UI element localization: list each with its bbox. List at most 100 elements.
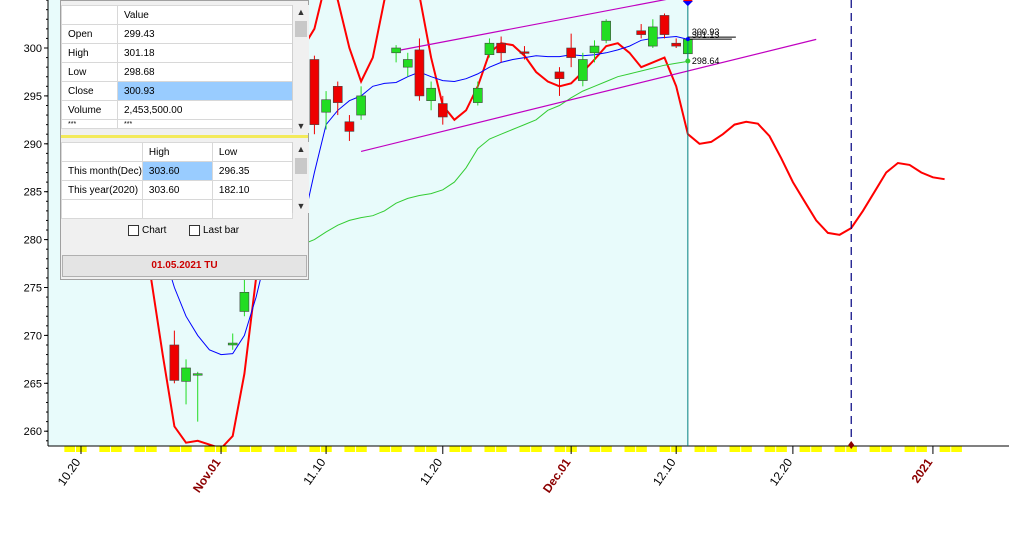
y-tick-label: 280 xyxy=(24,235,42,247)
x-axis-band-segment xyxy=(659,446,671,452)
scroll-up-icon[interactable]: ▲ xyxy=(293,142,309,156)
candle-body[interactable] xyxy=(578,59,588,81)
candle-body[interactable] xyxy=(519,51,530,54)
candle-body[interactable] xyxy=(344,121,355,132)
row-high-selected[interactable]: 303.60 xyxy=(141,161,213,181)
scroll-up-icon[interactable]: ▲ xyxy=(293,5,309,19)
x-axis-band-segment xyxy=(414,446,426,452)
x-axis-band-segment xyxy=(916,446,927,452)
x-axis-band-segment xyxy=(589,446,601,452)
x-axis-band-segment xyxy=(449,446,461,452)
candle-body[interactable] xyxy=(437,103,448,118)
y-tick-label: 290 xyxy=(24,139,42,151)
candle-body[interactable] xyxy=(601,20,611,41)
candle-body[interactable] xyxy=(391,47,401,54)
candle-body[interactable] xyxy=(332,86,343,103)
x-axis-band-segment xyxy=(239,446,251,452)
candle-body[interactable] xyxy=(426,87,436,101)
row-value-selected[interactable]: 300.93 xyxy=(117,81,293,101)
x-axis-band-segment xyxy=(64,446,76,452)
x-axis-band-segment xyxy=(204,446,216,452)
range-scrollbar[interactable]: ▲ ▼ xyxy=(292,142,309,213)
y-tick-label: 295 xyxy=(24,91,42,103)
candle-body[interactable] xyxy=(169,344,180,381)
x-axis-band-segment xyxy=(834,446,846,452)
y-tick-label: 265 xyxy=(24,378,42,390)
x-axis-band-segment xyxy=(729,446,741,452)
empty-row xyxy=(61,199,294,219)
x-axis-band-segment xyxy=(286,446,297,452)
x-tick-label: 2021 xyxy=(909,455,936,485)
x-axis-band-segment xyxy=(391,446,402,452)
price-label: 298.64 xyxy=(692,56,720,66)
plot-forecast-area xyxy=(687,0,1009,446)
scroll-down-icon[interactable]: ▼ xyxy=(293,119,309,133)
last-blue-point xyxy=(685,37,690,42)
x-axis-band-segment xyxy=(531,446,542,452)
scroll-down-icon[interactable]: ▼ xyxy=(293,199,309,213)
header-cell-value: Value xyxy=(117,5,293,25)
candle-body[interactable] xyxy=(321,99,331,113)
table-row: High 301.18 xyxy=(61,43,293,63)
candle-body[interactable] xyxy=(484,42,495,56)
table-row: Open 299.43 xyxy=(61,24,293,44)
x-axis-band-segment xyxy=(461,446,472,452)
y-tick-label: 300 xyxy=(24,43,42,55)
table-header-row: Value xyxy=(61,5,293,25)
row-value: 301.18 xyxy=(117,43,293,63)
candle-body[interactable] xyxy=(671,42,681,47)
row-label: *** xyxy=(61,119,118,129)
candle-body[interactable] xyxy=(181,367,191,382)
candle-body[interactable] xyxy=(414,49,425,97)
chart-checkbox[interactable]: Chart xyxy=(128,225,166,236)
x-axis-band-segment xyxy=(146,446,157,452)
ohlc-table: Value Open 299.43 High 301.18 Low 298.68… xyxy=(61,5,293,129)
price-label: 301.13 xyxy=(692,30,720,40)
candle-body[interactable] xyxy=(648,26,658,47)
table-row: Volume 2,453,500.00 xyxy=(61,100,293,120)
candle-body[interactable] xyxy=(309,59,320,125)
x-axis-band-segment xyxy=(601,446,612,452)
candle-body[interactable] xyxy=(227,342,238,346)
candle-body[interactable] xyxy=(566,47,576,58)
table-header-row: High Low xyxy=(61,142,294,162)
scroll-thumb[interactable] xyxy=(295,21,307,37)
y-tick-label: 270 xyxy=(24,330,42,342)
empty-cell xyxy=(61,199,143,219)
candle-body[interactable] xyxy=(402,59,413,68)
range-table: High Low This month(Dec) 303.60 296.35 T… xyxy=(61,142,294,219)
row-low: 182.10 xyxy=(211,180,294,200)
x-axis-band-segment xyxy=(951,446,962,452)
checkbox-icon[interactable] xyxy=(189,225,200,236)
x-axis-band-segment xyxy=(344,446,356,452)
checkbox-icon[interactable] xyxy=(128,225,139,236)
panel-divider[interactable] xyxy=(61,135,308,138)
scroll-thumb[interactable] xyxy=(295,158,307,174)
candle-body[interactable] xyxy=(554,71,565,79)
x-axis-band-segment xyxy=(484,446,496,452)
ohlc-scrollbar[interactable]: ▲ ▼ xyxy=(292,5,309,133)
last-bar-checkbox[interactable]: Last bar xyxy=(189,225,239,236)
candle-body[interactable] xyxy=(636,30,646,35)
candle-body[interactable] xyxy=(356,95,366,116)
table-row: *** *** xyxy=(61,119,293,129)
x-tick-label: 12.10 xyxy=(650,455,679,488)
candle-body[interactable] xyxy=(659,15,670,35)
candle-body[interactable] xyxy=(472,87,483,103)
x-axis-band-segment xyxy=(869,446,881,452)
x-axis-band-segment xyxy=(274,446,286,452)
y-tick-label: 275 xyxy=(24,283,42,295)
header-cell xyxy=(61,5,118,25)
row-label: This month(Dec) xyxy=(61,161,143,181)
candle-body[interactable] xyxy=(589,45,600,54)
candle-body[interactable] xyxy=(239,291,250,312)
x-axis-band-segment xyxy=(776,446,787,452)
candle-body[interactable] xyxy=(192,373,203,376)
row-value: *** xyxy=(117,119,293,129)
candle-body[interactable] xyxy=(496,42,506,54)
x-axis-band-segment xyxy=(881,446,892,452)
row-label: Low xyxy=(61,62,118,82)
x-tick-label: 11.20 xyxy=(417,455,445,487)
x-axis-band-segment xyxy=(309,446,321,452)
x-axis-band-segment xyxy=(169,446,181,452)
